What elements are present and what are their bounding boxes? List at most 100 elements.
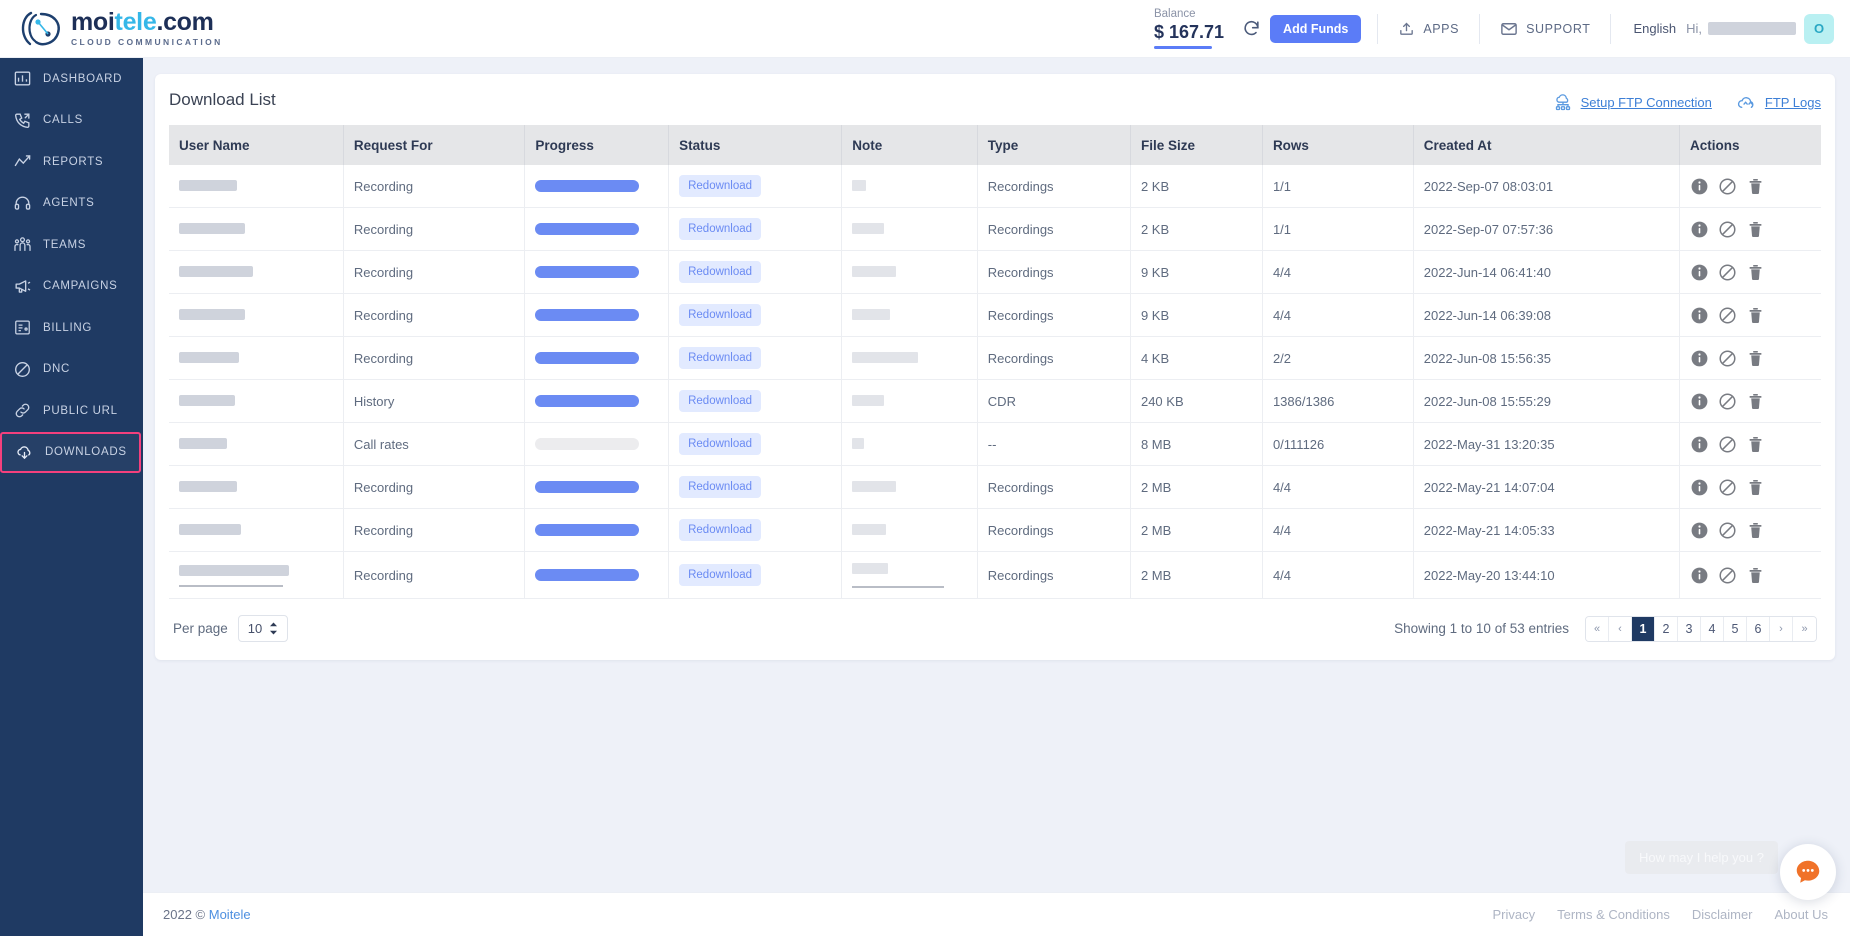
redownload-badge[interactable]: Redownload bbox=[679, 390, 762, 412]
chat-tooltip: How may I help you ? bbox=[1624, 841, 1778, 874]
ban-circle-icon[interactable] bbox=[1718, 306, 1737, 325]
info-circle-icon[interactable] bbox=[1690, 349, 1709, 368]
ban-circle-icon bbox=[12, 359, 32, 379]
info-circle-icon[interactable] bbox=[1690, 478, 1709, 497]
column-header-created-at[interactable]: Created At bbox=[1413, 125, 1681, 165]
add-funds-button[interactable]: Add Funds bbox=[1270, 14, 1362, 43]
sidebar-item-billing[interactable]: BILLING bbox=[0, 307, 143, 349]
ban-circle-icon[interactable] bbox=[1718, 478, 1737, 497]
cell-progress bbox=[524, 379, 670, 423]
column-header-type[interactable]: Type bbox=[977, 125, 1131, 165]
sidebar-item-dnc[interactable]: DNC bbox=[0, 349, 143, 391]
trash-bin-icon[interactable] bbox=[1746, 220, 1765, 239]
cell-user-name bbox=[169, 165, 344, 208]
trash-bin-icon[interactable] bbox=[1746, 306, 1765, 325]
redownload-badge[interactable]: Redownload bbox=[679, 304, 762, 326]
progress-bar-fill bbox=[535, 395, 640, 407]
language-selector[interactable]: English bbox=[1627, 21, 1682, 36]
sidebar-item-calls[interactable]: CALLS bbox=[0, 100, 143, 142]
info-circle-icon[interactable] bbox=[1690, 220, 1709, 239]
pager-page-5[interactable]: 5 bbox=[1724, 616, 1747, 641]
pager-page-6[interactable]: 6 bbox=[1747, 616, 1770, 641]
info-circle-icon[interactable] bbox=[1690, 521, 1709, 540]
per-page-select[interactable]: 10 bbox=[237, 615, 289, 642]
ftp-logs-link[interactable]: FTP Logs bbox=[1736, 92, 1821, 113]
redownload-badge[interactable]: Redownload bbox=[679, 218, 762, 240]
column-header-request-for[interactable]: Request For bbox=[343, 125, 526, 165]
ban-circle-icon[interactable] bbox=[1718, 177, 1737, 196]
sidebar-item-downloads[interactable]: DOWNLOADS bbox=[0, 431, 141, 473]
chat-widget-button[interactable] bbox=[1780, 844, 1836, 900]
trash-bin-icon[interactable] bbox=[1746, 435, 1765, 454]
ban-circle-icon[interactable] bbox=[1718, 566, 1737, 585]
sidebar-item-campaigns[interactable]: CAMPAIGNS bbox=[0, 266, 143, 308]
ban-circle-icon[interactable] bbox=[1718, 263, 1737, 282]
ban-circle-icon[interactable] bbox=[1718, 392, 1737, 411]
user-greeting-group[interactable]: Hi, bbox=[1686, 21, 1796, 36]
pager-first-button[interactable]: « bbox=[1586, 616, 1609, 641]
info-circle-icon[interactable] bbox=[1690, 177, 1709, 196]
footer-link-disclaimer[interactable]: Disclaimer bbox=[1692, 907, 1753, 922]
column-header-rows[interactable]: Rows bbox=[1262, 125, 1414, 165]
trash-bin-icon[interactable] bbox=[1746, 566, 1765, 585]
pager-last-button[interactable]: » bbox=[1793, 616, 1816, 641]
sidebar-item-reports[interactable]: REPORTS bbox=[0, 141, 143, 183]
pager-next-button[interactable]: › bbox=[1770, 616, 1793, 641]
trash-bin-icon[interactable] bbox=[1746, 478, 1765, 497]
sidebar-item-public-url[interactable]: PUBLIC URL bbox=[0, 390, 143, 432]
ban-circle-icon[interactable] bbox=[1718, 521, 1737, 540]
cell-created-at: 2022-Jun-14 06:41:40 bbox=[1413, 250, 1681, 294]
column-header-progress[interactable]: Progress bbox=[524, 125, 670, 165]
megaphone-icon bbox=[12, 276, 32, 296]
pager-page-2[interactable]: 2 bbox=[1655, 616, 1678, 641]
ban-circle-icon[interactable] bbox=[1718, 349, 1737, 368]
cell-note bbox=[841, 250, 978, 294]
redownload-badge[interactable]: Redownload bbox=[679, 175, 762, 197]
footer-link-about-us[interactable]: About Us bbox=[1775, 907, 1828, 922]
footer-links: Privacy Terms & Conditions Disclaimer Ab… bbox=[1493, 907, 1829, 922]
column-header-user-name[interactable]: User Name bbox=[169, 125, 344, 165]
info-circle-icon[interactable] bbox=[1690, 263, 1709, 282]
support-menu-item[interactable]: SUPPORT bbox=[1496, 20, 1594, 38]
row-action-group bbox=[1690, 392, 1811, 411]
sidebar-item-agents[interactable]: AGENTS bbox=[0, 183, 143, 225]
redownload-badge[interactable]: Redownload bbox=[679, 519, 762, 541]
progress-bar bbox=[535, 223, 640, 235]
trash-bin-icon[interactable] bbox=[1746, 263, 1765, 282]
footer-link-terms[interactable]: Terms & Conditions bbox=[1557, 907, 1670, 922]
redownload-badge[interactable]: Redownload bbox=[679, 476, 762, 498]
footer-company-link[interactable]: Moitele bbox=[209, 907, 251, 922]
sidebar-item-dashboard[interactable]: DASHBOARD bbox=[0, 58, 143, 100]
cell-user-name bbox=[169, 379, 344, 423]
refresh-balance-button[interactable] bbox=[1238, 16, 1264, 42]
info-circle-icon[interactable] bbox=[1690, 435, 1709, 454]
pager-prev-button[interactable]: ‹ bbox=[1609, 616, 1632, 641]
redownload-badge[interactable]: Redownload bbox=[679, 347, 762, 369]
column-header-status[interactable]: Status bbox=[668, 125, 843, 165]
pager-page-4[interactable]: 4 bbox=[1701, 616, 1724, 641]
pager-page-1[interactable]: 1 bbox=[1632, 616, 1655, 641]
redownload-badge[interactable]: Redownload bbox=[679, 261, 762, 283]
trash-bin-icon[interactable] bbox=[1746, 349, 1765, 368]
trash-bin-icon[interactable] bbox=[1746, 521, 1765, 540]
redownload-badge[interactable]: Redownload bbox=[679, 433, 762, 455]
ban-circle-icon[interactable] bbox=[1718, 220, 1737, 239]
info-circle-icon[interactable] bbox=[1690, 566, 1709, 585]
sidebar-item-teams[interactable]: TEAMS bbox=[0, 224, 143, 266]
column-header-note[interactable]: Note bbox=[841, 125, 978, 165]
info-circle-icon[interactable] bbox=[1690, 306, 1709, 325]
footer-link-privacy[interactable]: Privacy bbox=[1493, 907, 1536, 922]
setup-ftp-connection-link[interactable]: Setup FTP Connection bbox=[1553, 93, 1712, 113]
trash-bin-icon[interactable] bbox=[1746, 392, 1765, 411]
table-row: Call rates Redownload -- 8 MB 0/111126 2022-M… bbox=[169, 422, 1821, 466]
info-circle-icon[interactable] bbox=[1690, 392, 1709, 411]
trash-bin-icon[interactable] bbox=[1746, 177, 1765, 196]
avatar[interactable]: O bbox=[1804, 13, 1834, 44]
ban-circle-icon[interactable] bbox=[1718, 435, 1737, 454]
redownload-badge[interactable]: Redownload bbox=[679, 564, 762, 586]
apps-menu-item[interactable]: APPS bbox=[1394, 20, 1463, 37]
brand-logo-group[interactable]: moitele.com CLOUD COMMUNICATION bbox=[0, 9, 240, 49]
column-header-file-size[interactable]: File Size bbox=[1130, 125, 1263, 165]
headset-icon bbox=[12, 193, 32, 213]
pager-page-3[interactable]: 3 bbox=[1678, 616, 1701, 641]
